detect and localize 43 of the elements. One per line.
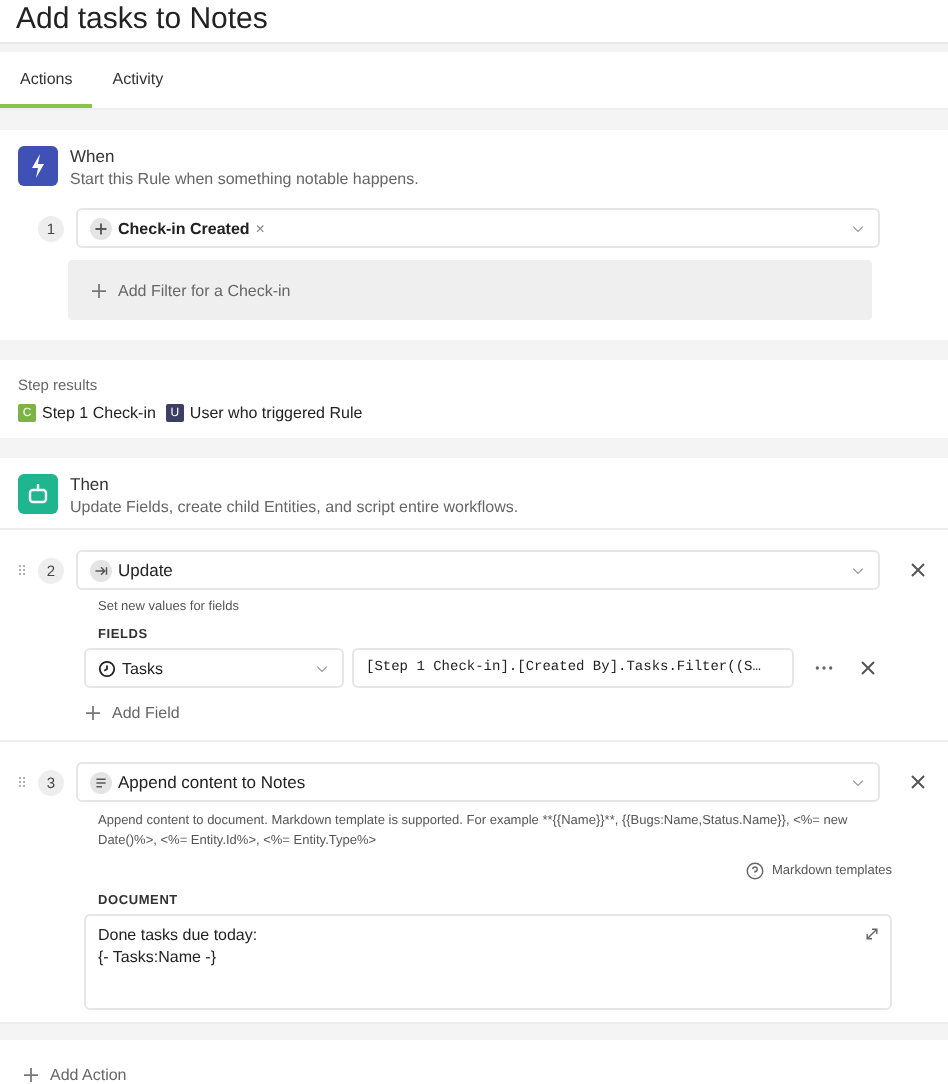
section-description: Update Fields, create child Entities, and script entire workflows. <box>70 498 519 516</box>
chevron-down-icon <box>850 223 866 233</box>
document-icon <box>90 771 112 793</box>
action-select[interactable]: Update <box>76 550 880 590</box>
section-heading: When <box>70 146 117 166</box>
robot-icon <box>18 474 58 514</box>
help-icon <box>746 861 765 879</box>
add-action-button[interactable]: Add Action <box>24 1065 127 1083</box>
expand-icon[interactable] <box>864 925 880 941</box>
action-title: Update <box>118 560 173 580</box>
field-select[interactable]: Tasks <box>84 648 344 688</box>
plus-icon <box>86 706 100 720</box>
add-filter-button[interactable]: Add Filter for a Check-in <box>92 281 291 299</box>
document-editor[interactable]: Done tasks due today: {- Tasks:Name -} <box>84 913 892 1009</box>
tab[interactable]: Actions <box>0 66 93 108</box>
remove-chip-button[interactable]: × <box>255 219 265 237</box>
close-icon[interactable] <box>908 772 928 792</box>
action-title: Append content to Notes <box>118 772 306 792</box>
trigger-select[interactable]: Check-in Created × <box>76 208 880 248</box>
document-line: {- Tasks:Name -} <box>98 947 216 965</box>
page-title: Add tasks to Notes <box>16 2 268 36</box>
close-icon[interactable] <box>858 658 878 678</box>
chevron-down-icon <box>850 565 866 575</box>
step-result-item[interactable]: User who triggered Rule <box>189 404 363 422</box>
chevron-down-icon <box>850 777 866 787</box>
field-name: Tasks <box>122 659 163 677</box>
add-field-button[interactable]: Add Field <box>86 704 908 722</box>
clock-icon <box>98 659 116 677</box>
arrow-right-icon <box>90 559 112 581</box>
more-icon[interactable] <box>814 664 834 672</box>
tab[interactable]: Activity <box>92 66 184 108</box>
lightning-icon <box>18 146 58 186</box>
section-description: Start this Rule when something notable happens. <box>70 170 419 188</box>
action-select[interactable]: Append content to Notes <box>76 762 880 802</box>
trigger-name: Check-in Created <box>118 219 250 237</box>
plus-icon <box>92 283 106 297</box>
section-heading: Then <box>70 474 111 494</box>
plus-icon <box>90 217 112 239</box>
chevron-down-icon <box>314 663 330 673</box>
plus-icon <box>24 1067 38 1081</box>
document-line: Done tasks due today: <box>98 925 258 943</box>
step-result-item[interactable]: Step 1 Check-in <box>42 404 156 422</box>
close-icon[interactable] <box>908 560 928 580</box>
